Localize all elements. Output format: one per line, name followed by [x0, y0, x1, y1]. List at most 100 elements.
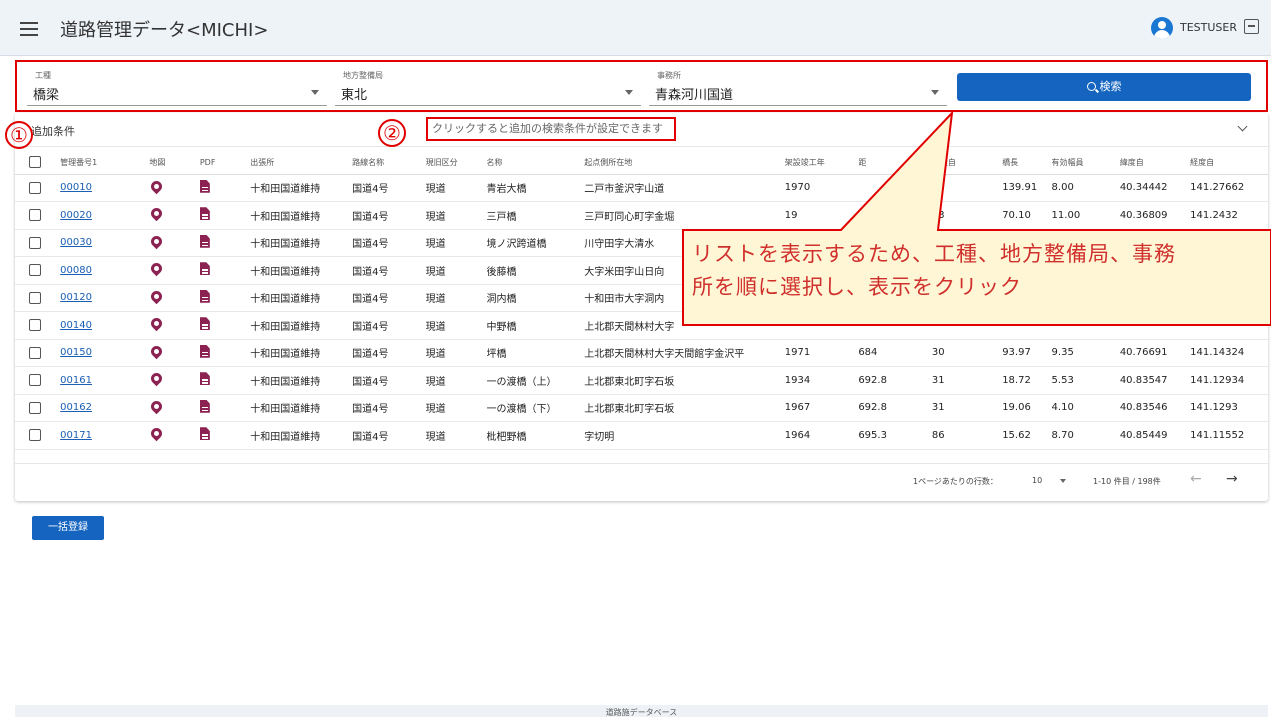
- footer: 道路施データベース: [15, 705, 1268, 717]
- additional-conditions-hint[interactable]: クリックすると追加の検索条件が設定できます: [426, 117, 676, 141]
- map-pin-icon[interactable]: [149, 178, 165, 195]
- row-checkbox[interactable]: [29, 374, 41, 387]
- row-checkbox[interactable]: [29, 209, 41, 222]
- row-checkbox[interactable]: [29, 429, 41, 442]
- map-pin-icon[interactable]: [149, 315, 165, 332]
- map-pin-icon[interactable]: [149, 425, 165, 442]
- management-number-link[interactable]: 00162: [60, 402, 92, 413]
- pdf-document-icon[interactable]: [199, 344, 210, 358]
- table-cell: 4.10: [1051, 394, 1120, 422]
- col-header[interactable]: 距離自: [931, 151, 1003, 175]
- search-button[interactable]: 検索: [957, 73, 1251, 101]
- row-checkbox[interactable]: [29, 236, 41, 249]
- col-header[interactable]: 距: [858, 151, 932, 175]
- table-row: 00010 十和田国道維持 国道4号 現道 青岩大橋 二戸市釜沢字山道 1970 83 139.…: [15, 174, 1268, 202]
- chevron-down-icon[interactable]: [1237, 121, 1248, 132]
- table-cell: 三戸町同心町字金堀: [584, 201, 785, 230]
- management-number-link[interactable]: 00161: [60, 375, 92, 386]
- table-cell: 三戸橋: [486, 201, 585, 230]
- select-all-checkbox[interactable]: [29, 156, 41, 169]
- pdf-document-icon[interactable]: [199, 179, 210, 193]
- regional-bureau-select[interactable]: 地方整備局 東北: [335, 70, 641, 106]
- table-cell: 141.11552: [1190, 421, 1268, 450]
- map-pin-icon[interactable]: [149, 233, 165, 250]
- map-pin-icon[interactable]: [149, 370, 165, 387]
- pdf-document-icon[interactable]: [199, 262, 210, 276]
- table-cell: 境ノ沢跨道橋: [486, 229, 585, 257]
- menu-icon[interactable]: [18, 18, 40, 38]
- pdf-document-icon[interactable]: [199, 289, 210, 303]
- pdf-document-icon[interactable]: [199, 317, 210, 331]
- col-header[interactable]: 管理番号1: [60, 151, 150, 175]
- app-title: 道路管理データ<MICHI>: [60, 20, 269, 41]
- table-cell: 現道: [425, 339, 487, 367]
- management-number-link[interactable]: 00120: [60, 292, 92, 303]
- management-number-link[interactable]: 00010: [60, 182, 92, 193]
- table-cell: 86: [931, 421, 1003, 450]
- table-cell: [858, 311, 932, 340]
- table-cell: 洞内橋: [486, 284, 585, 312]
- table-cell: 139.91: [1002, 174, 1052, 202]
- regional-bureau-value: 東北: [341, 88, 368, 103]
- rows-per-page-select[interactable]: 10: [1032, 476, 1042, 485]
- col-header[interactable]: 出張所: [250, 151, 353, 175]
- table-cell: 684: [858, 339, 932, 367]
- table-cell: 現道: [425, 229, 487, 257]
- pdf-document-icon[interactable]: [199, 427, 210, 441]
- table-cell: 上北郡天間林村大字天間館字金沢平: [584, 339, 785, 367]
- row-checkbox[interactable]: [29, 291, 41, 304]
- table-cell: 現道: [425, 174, 487, 202]
- col-header[interactable]: 有効幅員: [1051, 151, 1120, 175]
- row-checkbox[interactable]: [29, 264, 41, 277]
- row-checkbox[interactable]: [29, 181, 41, 194]
- search-button-label: 検索: [1099, 80, 1122, 93]
- management-number-link[interactable]: 00020: [60, 210, 92, 221]
- row-checkbox[interactable]: [29, 319, 41, 332]
- table-cell: 8.70: [1051, 421, 1120, 450]
- table-cell: 141.14324: [1190, 339, 1268, 367]
- pdf-document-icon[interactable]: [199, 372, 210, 386]
- additional-conditions-bar[interactable]: 追加条件 クリックすると追加の検索条件が設定できます: [15, 113, 1268, 147]
- construction-type-select[interactable]: 工種 橋梁: [27, 70, 327, 106]
- table-cell: [931, 311, 1003, 340]
- table-cell: 国道4号: [352, 311, 426, 340]
- col-header[interactable]: 路線名称: [352, 151, 426, 175]
- row-checkbox[interactable]: [29, 346, 41, 359]
- map-pin-icon[interactable]: [149, 343, 165, 360]
- table-cell: 1967: [784, 394, 859, 422]
- table-cell: 141.1293: [1190, 394, 1268, 422]
- col-header[interactable]: 現旧区分: [425, 151, 487, 175]
- pdf-document-icon[interactable]: [199, 234, 210, 248]
- user-avatar-icon[interactable]: [1151, 17, 1173, 39]
- logout-icon[interactable]: [1244, 19, 1259, 34]
- management-number-link[interactable]: 00030: [60, 237, 92, 248]
- management-number-link[interactable]: 00140: [60, 320, 92, 331]
- map-pin-icon[interactable]: [149, 398, 165, 415]
- pdf-document-icon[interactable]: [199, 399, 210, 413]
- table-cell: 十和田国道維持: [250, 421, 353, 450]
- regional-bureau-label: 地方整備局: [343, 71, 383, 80]
- management-number-link[interactable]: 00150: [60, 347, 92, 358]
- table-cell: [1119, 311, 1191, 340]
- pdf-document-icon[interactable]: [199, 207, 210, 221]
- table-row: 00161 十和田国道維持 国道4号 現道 一の渡橋（上） 上北郡東北町字石坂 1934 69…: [15, 366, 1268, 395]
- row-checkbox[interactable]: [29, 401, 41, 414]
- col-header[interactable]: 橋長: [1002, 151, 1052, 175]
- col-header[interactable]: 名称: [486, 151, 585, 175]
- table-cell: [1002, 311, 1052, 340]
- map-pin-icon[interactable]: [149, 205, 165, 222]
- chevron-down-icon[interactable]: [1060, 479, 1066, 483]
- col-header[interactable]: 架設竣工年: [784, 151, 859, 175]
- office-select[interactable]: 事務所 青森河川国道: [649, 70, 947, 106]
- map-pin-icon[interactable]: [149, 288, 165, 305]
- management-number-link[interactable]: 00080: [60, 265, 92, 276]
- table-cell: 中野橋: [486, 311, 585, 340]
- col-header[interactable]: 起点側所在地: [584, 151, 785, 175]
- annotation-number-2: ②: [378, 119, 406, 147]
- management-number-link[interactable]: 00171: [60, 430, 92, 441]
- map-pin-icon[interactable]: [149, 260, 165, 277]
- arrow-right-icon[interactable]: →: [1226, 471, 1238, 487]
- bulk-register-button[interactable]: 一括登録: [32, 516, 104, 540]
- col-header[interactable]: 経度自: [1190, 151, 1268, 175]
- col-header[interactable]: 緯度自: [1119, 151, 1191, 175]
